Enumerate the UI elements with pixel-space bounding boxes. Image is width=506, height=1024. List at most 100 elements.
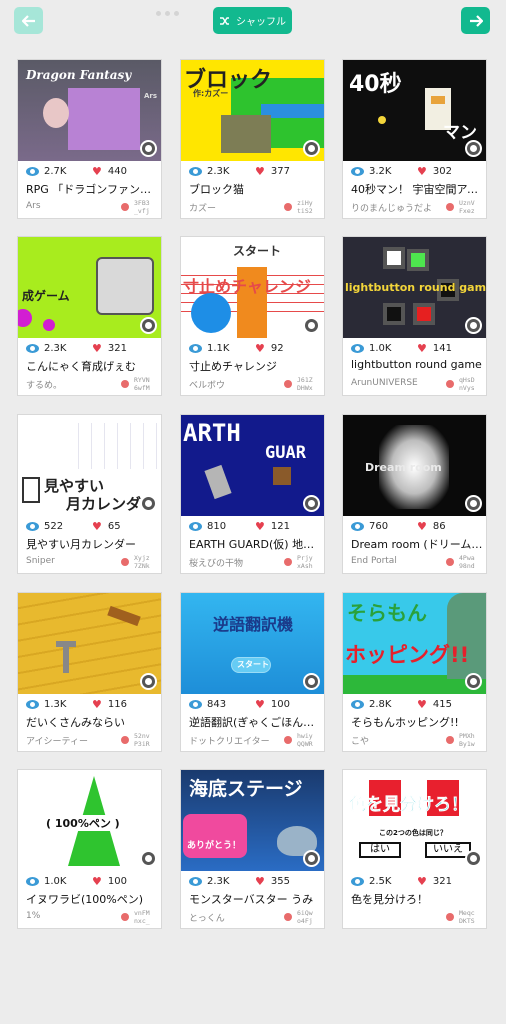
user-id: 52nv P3iR (134, 732, 150, 748)
game-title[interactable]: RPG 「ドラゴンファンタジー」 (26, 181, 158, 197)
settings-gear-icon[interactable] (140, 140, 157, 157)
game-title[interactable]: 逆語翻訳(ぎゃくごほんやく) (189, 714, 321, 730)
game-card[interactable]: ブロック 作:カズー 2.3K ♥ 377 ブロック猫 カズー ziHy tiS2 (180, 59, 325, 219)
game-title[interactable]: こんにゃく育成げぇむ (26, 358, 158, 374)
settings-gear-icon[interactable] (140, 317, 157, 334)
game-title[interactable]: モンスターバスター うみ (189, 891, 321, 907)
author-name[interactable]: アイシーティー (26, 734, 114, 747)
game-title[interactable]: lightbutton round game (351, 358, 483, 374)
author-name[interactable]: Sniper (26, 556, 114, 566)
game-thumbnail[interactable]: 見やすい 月カレンダー (18, 415, 161, 516)
game-card[interactable]: 40秒 マン 3.2K ♥ 302 40秒マン！ 宇宙空間アクション りのまんじゅう… (342, 59, 487, 219)
view-count: 843 (207, 698, 227, 710)
view-count: 760 (369, 520, 389, 532)
game-title[interactable]: 40秒マン！ 宇宙空間アクション (351, 181, 483, 197)
game-thumbnail[interactable]: 成ゲーム (18, 237, 161, 338)
game-thumbnail[interactable]: ARTH GUAR (181, 415, 324, 516)
game-thumbnail[interactable]: ( 100%ペン ) (18, 770, 161, 871)
game-thumbnail[interactable]: 海底ステージ ありがとう！ (181, 770, 324, 871)
game-thumbnail[interactable] (18, 593, 161, 694)
game-card[interactable]: lightbutton round gam 1.0K ♥ 141 lightbutt… (342, 236, 487, 396)
heart-icon: ♥ (417, 697, 427, 711)
settings-gear-icon[interactable] (303, 495, 320, 512)
game-card[interactable]: 逆語翻訳機 スタート 843 ♥ 100 逆語翻訳(ぎゃくごほんやく) ドットクリエ… (180, 592, 325, 752)
game-title[interactable]: イヌワラビ(100%ペン) (26, 891, 158, 907)
user-avatar-icon (284, 558, 292, 566)
game-card[interactable]: ARTH GUAR 810 ♥ 121 EARTH GUARD(仮) 地球防衛 桜え… (180, 414, 325, 574)
shuffle-button[interactable]: シャッフル (213, 7, 292, 34)
settings-gear-icon[interactable] (303, 140, 320, 157)
eye-icon (26, 699, 39, 709)
game-card[interactable]: Dragon Fantasy Ars 2.7K ♥ 440 RPG 「ドラゴンファン… (17, 59, 162, 219)
settings-gear-icon[interactable] (140, 495, 157, 512)
settings-gear-icon[interactable] (465, 317, 482, 334)
settings-gear-icon[interactable] (303, 673, 320, 690)
game-thumbnail[interactable]: 逆語翻訳機 スタート (181, 593, 324, 694)
user-id: 6iQw o4Fj (297, 909, 313, 925)
settings-gear-icon[interactable] (303, 317, 320, 334)
author-name[interactable]: 桜えびの干物 (189, 556, 277, 569)
author-name[interactable]: End Portal (351, 556, 439, 566)
view-count: 1.3K (44, 698, 67, 710)
game-title[interactable]: だいくさんみならい (26, 714, 158, 730)
heart-icon: ♥ (92, 519, 102, 533)
card-stats: 2.5K ♥ 321 (351, 873, 481, 889)
game-thumbnail[interactable]: そらもん ホッピング!! (343, 593, 486, 694)
author-name[interactable]: ドットクリエイター (189, 734, 277, 747)
card-stats: 843 ♥ 100 (189, 696, 319, 712)
game-title[interactable]: 寸止めチャレンジ (189, 358, 321, 374)
author-name[interactable]: りのまんじゅうだよ (351, 201, 439, 214)
game-title[interactable]: そらもんホッピング!! (351, 714, 483, 730)
author-name[interactable]: 1% (26, 911, 114, 921)
game-title[interactable]: 見やすい月カレンダー (26, 536, 158, 552)
user-id: Meqc DKTS (459, 909, 475, 925)
heart-icon: ♥ (92, 874, 102, 888)
game-card[interactable]: 色を見分けろ！ この2つの色は同じ？ はい いいえ 2.5K ♥ 321 色を見分け… (342, 769, 487, 929)
forward-button[interactable] (461, 7, 490, 34)
author-name[interactable]: カズー (189, 201, 277, 214)
view-count: 1.1K (207, 342, 230, 354)
back-button[interactable] (14, 7, 43, 34)
user-avatar-icon (446, 203, 454, 211)
game-thumbnail[interactable]: Dream room (343, 415, 486, 516)
settings-gear-icon[interactable] (465, 140, 482, 157)
settings-gear-icon[interactable] (140, 850, 157, 867)
game-card[interactable]: Dream room 760 ♥ 86 Dream room (ドリームルーム) E… (342, 414, 487, 574)
game-card[interactable]: そらもん ホッピング!! 2.8K ♥ 415 そらもんホッピング!! こや PMX… (342, 592, 487, 752)
author-name[interactable]: するめ。 (26, 378, 114, 391)
user-avatar-icon (284, 380, 292, 388)
thumb-subtitle: Ars (144, 92, 158, 100)
settings-gear-icon[interactable] (465, 673, 482, 690)
heart-icon: ♥ (255, 697, 265, 711)
user-id: ziHy tiS2 (297, 199, 313, 215)
author-name[interactable]: ベルボウ (189, 378, 277, 391)
game-card[interactable]: 1.3K ♥ 116 だいくさんみならい アイシーティー 52nv P3iR (17, 592, 162, 752)
game-card[interactable]: スタート 寸止めチャレンジ 1.1K ♥ 92 寸止めチャレンジ ベルボウ J61Z… (180, 236, 325, 396)
game-card[interactable]: 海底ステージ ありがとう！ 2.3K ♥ 355 モンスターバスター うみ とっくん… (180, 769, 325, 929)
settings-gear-icon[interactable] (465, 850, 482, 867)
settings-gear-icon[interactable] (140, 673, 157, 690)
game-card[interactable]: 成ゲーム 2.3K ♥ 321 こんにゃく育成げぇむ するめ。 RYVN 6wfM (17, 236, 162, 396)
game-card[interactable]: ( 100%ペン ) 1.0K ♥ 100 イヌワラビ(100%ペン) 1% vnF… (17, 769, 162, 929)
settings-gear-icon[interactable] (465, 495, 482, 512)
game-thumbnail[interactable]: Dragon Fantasy Ars (18, 60, 161, 161)
game-thumbnail[interactable]: ブロック 作:カズー (181, 60, 324, 161)
user-id: UznV Fxez (459, 199, 475, 215)
author-name[interactable]: Ars (26, 201, 114, 211)
game-thumbnail[interactable]: 色を見分けろ！ この2つの色は同じ？ はい いいえ (343, 770, 486, 871)
game-title[interactable]: ブロック猫 (189, 181, 321, 197)
settings-gear-icon[interactable] (303, 850, 320, 867)
author-name[interactable]: こや (351, 734, 439, 747)
user-id: J61Z DHWx (297, 376, 313, 392)
author-name[interactable]: とっくん (189, 911, 277, 924)
game-title[interactable]: Dream room (ドリームルーム) (351, 536, 483, 552)
game-thumbnail[interactable]: スタート 寸止めチャレンジ (181, 237, 324, 338)
game-thumbnail[interactable]: 40秒 マン (343, 60, 486, 161)
like-count: 355 (270, 875, 290, 887)
game-title[interactable]: 色を見分けろ！ (351, 891, 483, 907)
card-stats: 760 ♥ 86 (351, 518, 481, 534)
game-thumbnail[interactable]: lightbutton round gam (343, 237, 486, 338)
game-title[interactable]: EARTH GUARD(仮) 地球防衛 (189, 536, 321, 552)
author-name[interactable]: ArunUNIVERSE (351, 378, 439, 388)
game-card[interactable]: 見やすい 月カレンダー 522 ♥ 65 見やすい月カレンダー Sniper Xyj… (17, 414, 162, 574)
